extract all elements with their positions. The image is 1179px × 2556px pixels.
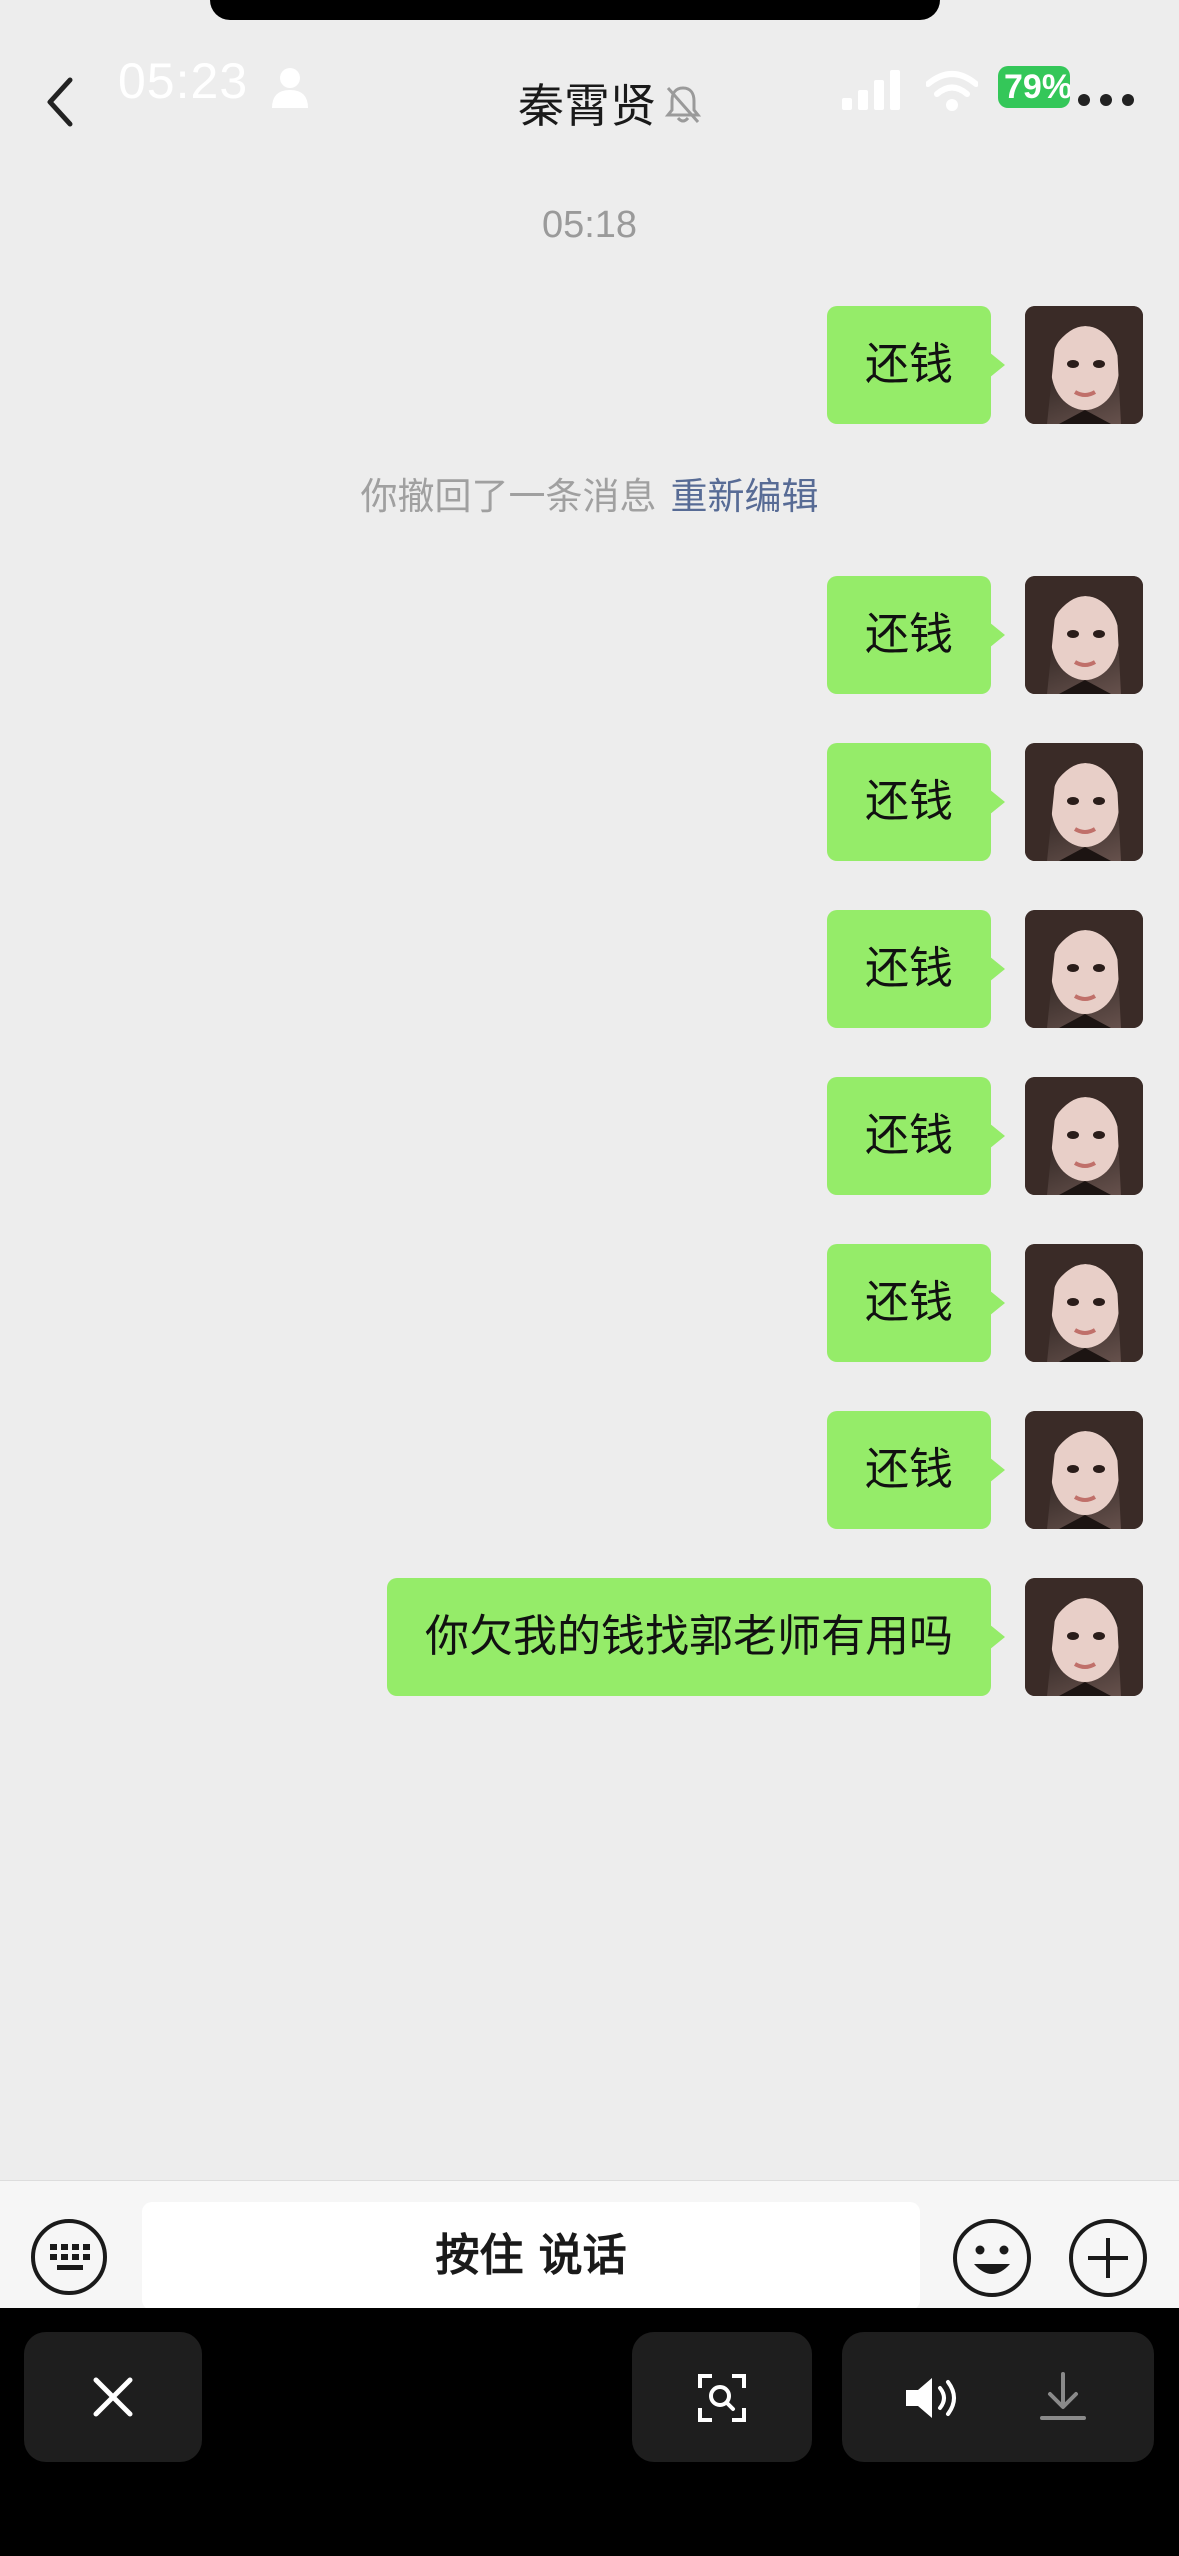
avatar[interactable]: [1025, 1244, 1143, 1362]
message-row: 还钱: [827, 1411, 1143, 1529]
message-bubble[interactable]: 还钱: [827, 306, 1005, 424]
recall-notice-text: 你撤回了一条消息: [360, 475, 657, 518]
message-row: 还钱: [827, 576, 1143, 694]
avatar[interactable]: [1025, 576, 1143, 694]
avatar[interactable]: [1025, 743, 1143, 861]
re-edit-link[interactable]: 重新编辑: [671, 475, 819, 518]
wifi-icon: [926, 71, 978, 111]
close-icon: [93, 2377, 133, 2417]
camera-notch: [210, 0, 940, 20]
avatar[interactable]: [1025, 1411, 1143, 1529]
message-timestamp: 05:18: [541, 204, 638, 246]
plus-icon[interactable]: [1068, 2218, 1148, 2298]
scan-button[interactable]: [632, 2332, 812, 2462]
audio-controls: [842, 2332, 1154, 2462]
battery-indicator: 79%: [998, 66, 1070, 108]
message-row: 还钱: [827, 306, 1143, 424]
emoji-icon[interactable]: [952, 2218, 1032, 2298]
message-row: 还钱: [827, 1077, 1143, 1195]
message-bubble[interactable]: 还钱: [827, 576, 1005, 694]
back-icon[interactable]: [40, 74, 84, 130]
scan-icon: [698, 2374, 746, 2422]
recall-notice: 你撤回了一条消息 重新编辑: [0, 466, 1179, 520]
speaker-icon[interactable]: [904, 2374, 962, 2422]
mute-bell-icon: [664, 86, 702, 123]
close-button[interactable]: [24, 2332, 202, 2462]
person-icon: [272, 68, 308, 108]
hold-to-talk-button[interactable]: 按住 说话: [142, 2202, 920, 2310]
avatar[interactable]: [1025, 1578, 1143, 1696]
message-row: 还钱: [827, 910, 1143, 1028]
message-row: 还钱: [827, 743, 1143, 861]
message-bubble[interactable]: 还钱: [827, 743, 1005, 861]
signal-icon: [842, 70, 900, 110]
keyboard-icon[interactable]: [30, 2218, 108, 2296]
avatar[interactable]: [1025, 910, 1143, 1028]
message-bubble[interactable]: 还钱: [827, 910, 1005, 1028]
status-time: 05:23: [118, 53, 249, 109]
chat-title[interactable]: 秦霄贤: [518, 70, 656, 136]
message-row: 你欠我的钱找郭老师有用吗: [387, 1578, 1143, 1696]
message-bubble[interactable]: 还钱: [827, 1077, 1005, 1195]
message-bubble[interactable]: 还钱: [827, 1244, 1005, 1362]
avatar[interactable]: [1025, 1077, 1143, 1195]
message-row: 还钱: [827, 1244, 1143, 1362]
more-icon[interactable]: [1076, 92, 1136, 108]
message-bubble[interactable]: 你欠我的钱找郭老师有用吗: [387, 1578, 1005, 1696]
download-icon[interactable]: [1038, 2370, 1088, 2424]
avatar[interactable]: [1025, 306, 1143, 424]
message-bubble[interactable]: 还钱: [827, 1411, 1005, 1529]
